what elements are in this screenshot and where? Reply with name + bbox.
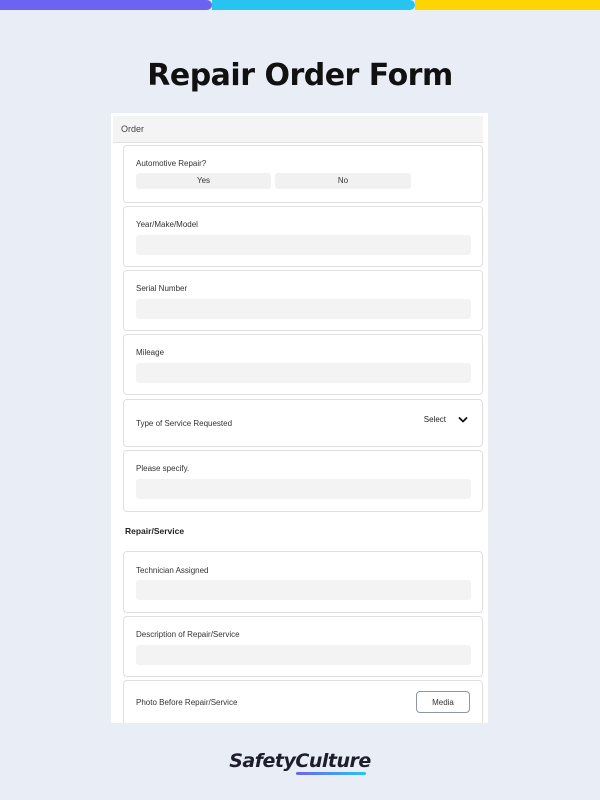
description-card: Description of Repair/Service (123, 616, 483, 677)
service-type-label: Type of Service Requested (136, 419, 233, 428)
description-label: Description of Repair/Service (136, 630, 240, 639)
service-type-select[interactable]: Select (424, 415, 468, 424)
mileage-label: Mileage (136, 348, 165, 357)
photo-before-card: Photo Before Repair/Service Media (123, 680, 483, 723)
automotive-repair-label: Automotive Repair? (136, 159, 207, 168)
year-make-model-label: Year/Make/Model (136, 220, 198, 229)
repair-order-form: Order Automotive Repair? Yes No Year/Mak… (111, 113, 488, 723)
please-specify-card: Please specify. (123, 450, 483, 512)
serial-number-card: Serial Number (123, 270, 483, 331)
please-specify-input[interactable] (136, 479, 471, 499)
yes-button[interactable]: Yes (136, 173, 271, 189)
section-header-repair-service: Repair/Service (125, 526, 185, 536)
mileage-input[interactable] (136, 363, 471, 383)
please-specify-label: Please specify. (136, 464, 190, 473)
description-input[interactable] (136, 645, 471, 665)
service-type-card: Type of Service Requested Select (123, 399, 483, 447)
serial-number-input[interactable] (136, 299, 471, 319)
year-make-model-card: Year/Make/Model (123, 206, 483, 267)
year-make-model-input[interactable] (136, 235, 471, 255)
select-value: Select (423, 415, 446, 424)
section-header-order: Order (113, 116, 483, 143)
accent-segment-purple (0, 0, 212, 10)
serial-number-label: Serial Number (136, 284, 188, 293)
no-button[interactable]: No (275, 173, 411, 189)
technician-card: Technician Assigned (123, 551, 483, 613)
logo-underline (296, 772, 366, 775)
chevron-down-icon (458, 416, 468, 422)
page-title: Repair Order Form (147, 58, 453, 93)
technician-input[interactable] (136, 580, 471, 600)
media-button[interactable]: Media (416, 691, 470, 713)
automotive-repair-card: Automotive Repair? Yes No (123, 145, 483, 203)
mileage-card: Mileage (123, 334, 483, 395)
accent-segment-cyan (212, 0, 415, 10)
top-accent-bar (0, 0, 600, 10)
photo-before-label: Photo Before Repair/Service (136, 698, 238, 707)
technician-label: Technician Assigned (136, 566, 209, 575)
safetyculture-logo: SafetyCulture (229, 750, 371, 772)
accent-segment-yellow (415, 0, 600, 10)
